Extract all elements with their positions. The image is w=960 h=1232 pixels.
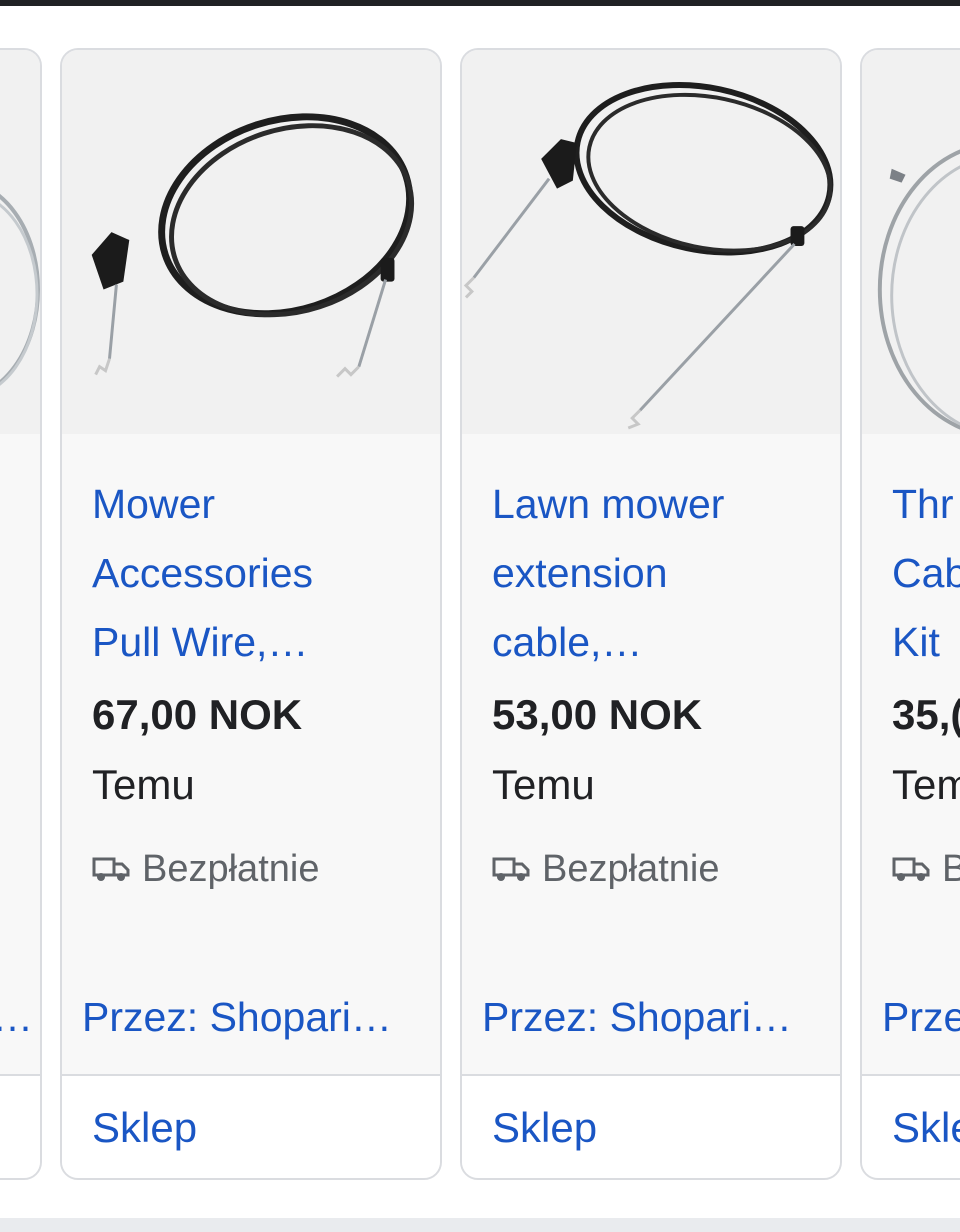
store-name: Tem: [892, 761, 960, 808]
product-carousel[interactable]: … Mower Accessories Pull Wire,… 67,00 NO…: [0, 0, 960, 1218]
title-line: cable,…: [492, 619, 643, 665]
seller-link[interactable]: …: [0, 994, 40, 1041]
shipping-info: Bezpłatnie: [492, 845, 719, 893]
title-line: Accessories: [92, 550, 314, 596]
product-title[interactable]: Lawn mower extension cable,…: [492, 470, 822, 677]
store-name: Temu: [492, 761, 595, 808]
product-image[interactable]: [862, 50, 960, 434]
title-line: Pull Wire,…: [92, 619, 309, 665]
card-footer: Sklep: [462, 1074, 840, 1178]
title-line: Lawn mower: [492, 481, 725, 527]
title-line: Cab: [892, 550, 960, 596]
product-card[interactable]: Thr Cab Kit 35,( Tem B Prze Skle: [860, 48, 960, 1180]
product-photo: [462, 52, 840, 432]
product-photo: [62, 52, 440, 432]
product-title[interactable]: Mower Accessories Pull Wire,…: [92, 470, 422, 677]
product-photo: [0, 52, 40, 432]
seller-link[interactable]: Przez: Shopari…: [82, 994, 432, 1041]
product-price: 67,00 NOK: [92, 691, 303, 738]
shipping-info: Bezpłatnie: [92, 845, 319, 893]
product-title[interactable]: Thr Cab Kit: [892, 470, 960, 677]
product-card[interactable]: …: [0, 48, 42, 1180]
product-image[interactable]: [462, 50, 840, 434]
truck-icon: [892, 857, 930, 881]
product-image[interactable]: [62, 50, 440, 434]
card-footer: [0, 1074, 40, 1178]
product-card[interactable]: Lawn mower extension cable,… 53,00 NOK T…: [460, 48, 842, 1180]
card-footer: Skle: [862, 1074, 960, 1178]
seller-link[interactable]: Przez: Shopari…: [482, 994, 832, 1041]
title-line: Mower: [92, 481, 216, 527]
shop-button[interactable]: Skle: [892, 1104, 960, 1152]
store-name: Temu: [92, 761, 195, 808]
bottom-strip: [0, 1218, 960, 1232]
product-price: 35,(: [892, 691, 960, 738]
product-card[interactable]: Mower Accessories Pull Wire,… 67,00 NOK …: [60, 48, 442, 1180]
product-price: 53,00 NOK: [492, 691, 703, 738]
truck-icon: [92, 857, 130, 881]
truck-icon: [492, 857, 530, 881]
shipping-info: B: [892, 845, 960, 893]
shipping-label: Bezpłatnie: [142, 847, 320, 890]
seller-link[interactable]: Prze: [882, 994, 960, 1041]
shipping-label: Bezpłatnie: [542, 847, 720, 890]
shop-button[interactable]: Sklep: [92, 1104, 197, 1152]
card-footer: Sklep: [62, 1074, 440, 1178]
title-line: extension: [492, 550, 668, 596]
product-image[interactable]: [0, 50, 40, 434]
title-line: Thr: [892, 481, 954, 527]
shipping-label: B: [942, 848, 960, 891]
title-line: Kit: [892, 619, 940, 665]
product-photo: [862, 52, 960, 432]
shop-button[interactable]: Sklep: [492, 1104, 597, 1152]
